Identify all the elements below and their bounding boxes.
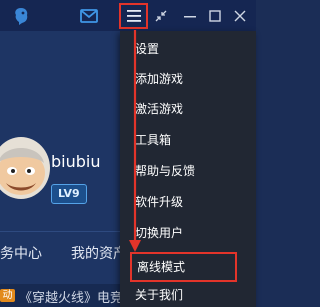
level-badge: LV9 <box>51 184 87 204</box>
hamburger-menu-icon <box>126 10 141 22</box>
close-icon[interactable] <box>232 0 248 31</box>
menu-item-about-us[interactable]: 关于我们 <box>135 285 251 305</box>
menu-item-switch-user[interactable]: 切换用户 <box>135 223 251 243</box>
menu-item-toolbox[interactable]: 工具箱 <box>135 130 251 150</box>
divider <box>0 231 130 232</box>
menu-item-help-feedback[interactable]: 帮助与反馈 <box>135 161 251 181</box>
menu-item-settings[interactable]: 设置 <box>135 39 251 59</box>
title-bar <box>0 0 256 31</box>
shrink-icon[interactable] <box>154 0 168 31</box>
news-tag: 动 <box>0 289 15 302</box>
dropdown-menu: 设置 添加游戏 激活游戏 工具箱 帮助与反馈 软件升级 切换用户 离线模式 关于… <box>120 31 256 307</box>
bird-logo-icon[interactable] <box>10 0 32 31</box>
maximize-icon[interactable] <box>207 0 223 31</box>
menu-item-software-upgrade[interactable]: 软件升级 <box>135 192 251 212</box>
mail-icon[interactable] <box>79 0 99 31</box>
minimize-icon[interactable] <box>182 0 198 31</box>
main-menu-button[interactable] <box>119 3 148 29</box>
nav-task-center[interactable]: 务中心 <box>0 243 42 263</box>
news-headline[interactable]: 《穿越火线》电竞赛 <box>19 287 136 306</box>
menu-item-add-game[interactable]: 添加游戏 <box>135 69 251 89</box>
nav-my-assets[interactable]: 我的资产 <box>71 243 127 263</box>
menu-item-offline-mode[interactable]: 离线模式 <box>130 252 237 282</box>
username: biubiu <box>51 152 101 171</box>
menu-item-activate-game[interactable]: 激活游戏 <box>135 99 251 119</box>
